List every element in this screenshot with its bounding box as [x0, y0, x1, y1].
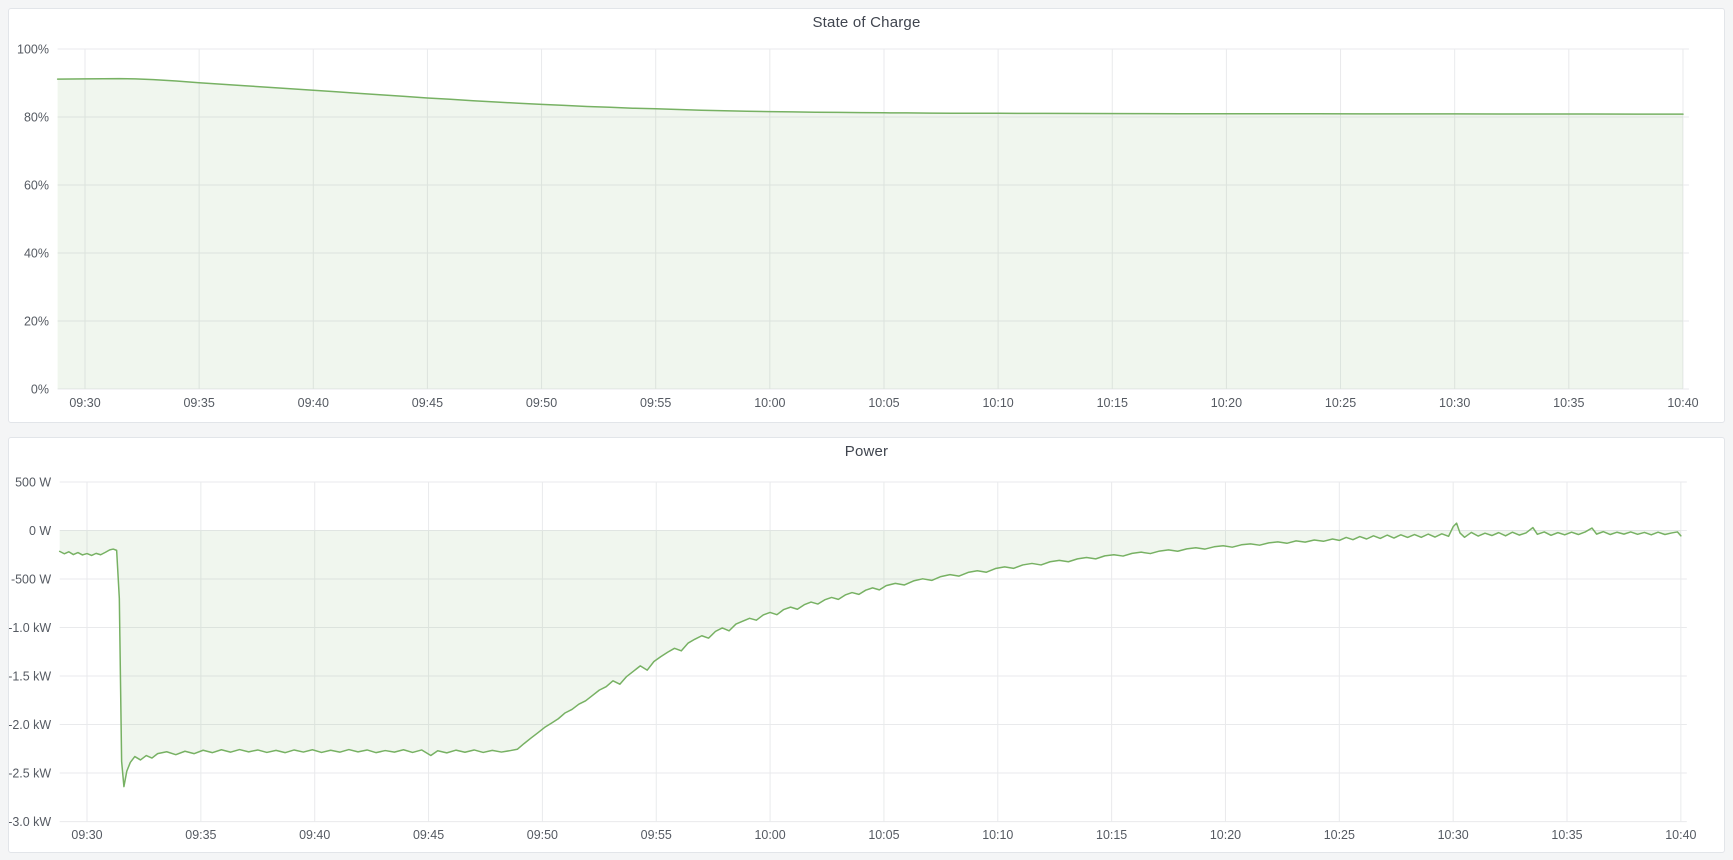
- x-tick-label: 10:00: [755, 828, 786, 842]
- x-tick-label: 10:25: [1325, 396, 1356, 410]
- x-tick-label: 09:55: [641, 828, 672, 842]
- series-area-fill: [58, 79, 1683, 389]
- y-tick-label: -2.0 kW: [9, 718, 51, 732]
- x-tick-label: 09:40: [299, 828, 330, 842]
- panel-state-of-charge: State of Charge 100% 80% 60% 40% 20% 0% 09:30 0…: [8, 8, 1725, 423]
- power-chart[interactable]: 500 W 0 W -500 W -1.0 kW -1.5 kW -2.0 kW -2.5 …: [9, 465, 1724, 852]
- x-tick-label: 10:20: [1210, 828, 1241, 842]
- y-tick-label: 500 W: [15, 475, 51, 489]
- state-of-charge-chart[interactable]: 100% 80% 60% 40% 20% 0% 09:30 09:35 09:40 09:45 09…: [9, 36, 1724, 422]
- x-tick-label: 09:35: [183, 396, 214, 410]
- y-tick-label: 40%: [24, 247, 49, 261]
- x-tick-label: 10:30: [1439, 396, 1470, 410]
- y-tick-label: 100%: [17, 43, 49, 57]
- x-tick-label: 10:30: [1438, 828, 1469, 842]
- x-tick-label: 10:35: [1551, 828, 1582, 842]
- x-tick-label: 09:30: [71, 828, 102, 842]
- x-tick-label: 10:15: [1096, 828, 1127, 842]
- y-tick-label: 0 W: [29, 524, 51, 538]
- series-area-fill: [60, 523, 1681, 787]
- x-tick-label: 09:50: [527, 828, 558, 842]
- y-tick-label: -3.0 kW: [9, 815, 51, 829]
- x-tick-label: 09:45: [413, 828, 444, 842]
- panel-title-power[interactable]: Power: [9, 438, 1724, 465]
- x-tick-label: 10:00: [754, 396, 785, 410]
- x-tick-label: 09:40: [298, 396, 329, 410]
- x-tick-label: 09:45: [412, 396, 443, 410]
- x-tick-label: 09:55: [640, 396, 671, 410]
- x-tick-label: 10:10: [982, 828, 1013, 842]
- x-tick-label: 10:40: [1665, 828, 1696, 842]
- y-tick-label: 0%: [31, 383, 49, 397]
- x-tick-label: 10:20: [1211, 396, 1242, 410]
- y-tick-label: -1.0 kW: [9, 621, 51, 635]
- y-tick-label: 20%: [24, 315, 49, 329]
- panel-title-state-of-charge[interactable]: State of Charge: [9, 9, 1724, 36]
- y-tick-label: -1.5 kW: [9, 670, 51, 684]
- x-tick-label: 10:15: [1097, 396, 1128, 410]
- x-tick-label: 10:25: [1324, 828, 1355, 842]
- y-tick-label: -2.5 kW: [9, 767, 51, 781]
- x-tick-label: 09:50: [526, 396, 557, 410]
- y-tick-label: 80%: [24, 111, 49, 125]
- x-tick-label: 10:40: [1667, 396, 1698, 410]
- x-tick-label: 10:35: [1553, 396, 1584, 410]
- x-tick-label: 10:10: [982, 396, 1013, 410]
- y-tick-label: -500 W: [11, 572, 51, 586]
- x-tick-label: 09:30: [69, 396, 100, 410]
- x-tick-label: 09:35: [185, 828, 216, 842]
- x-tick-label: 10:05: [868, 828, 899, 842]
- x-tick-label: 10:05: [868, 396, 899, 410]
- panel-power: Power 500 W 0 W -500 W -1.0 kW -1.5 kW -2.0 k…: [8, 437, 1725, 853]
- y-tick-label: 60%: [24, 179, 49, 193]
